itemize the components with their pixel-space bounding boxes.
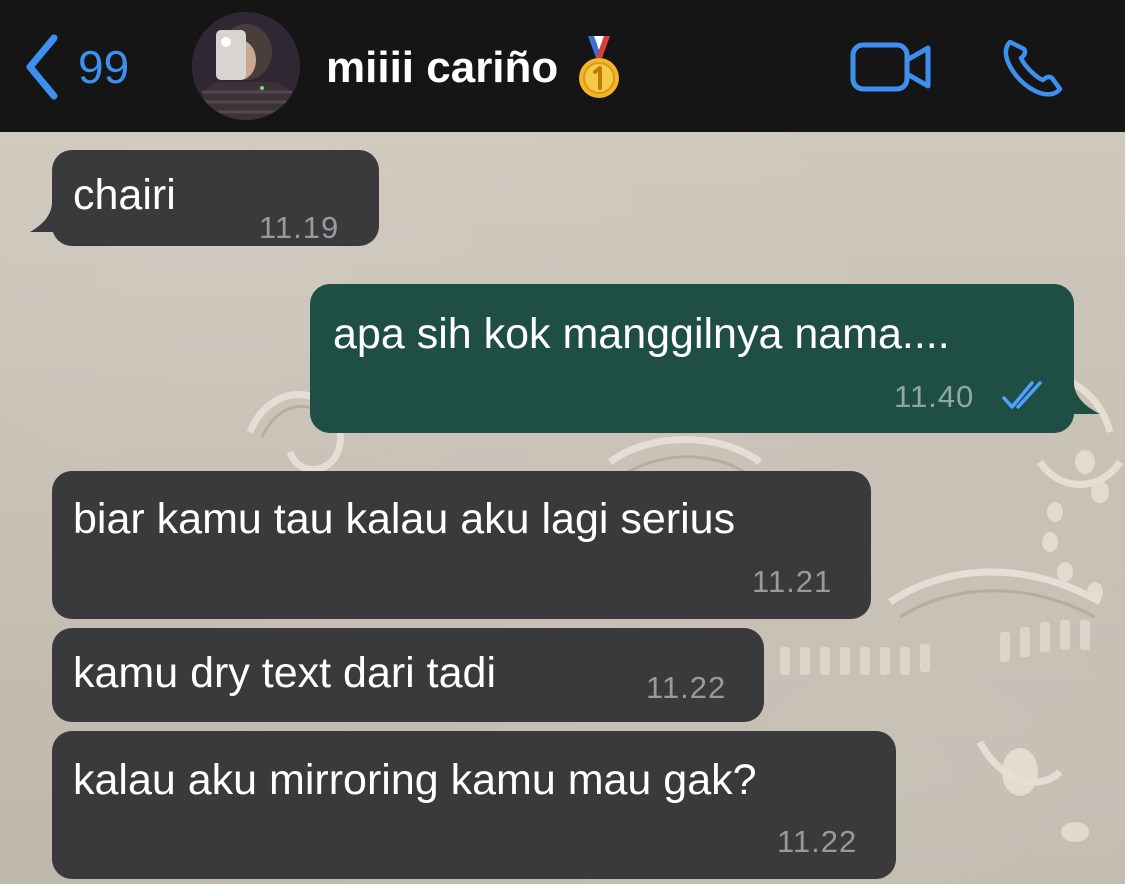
message-text: biar kamu tau kalau aku lagi serius: [73, 495, 736, 543]
video-call-icon[interactable]: [850, 38, 932, 96]
message-bubble-incoming[interactable]: kalau aku mirroring kamu mau gak? 11.22: [52, 731, 896, 879]
chat-header: 99 miiii cariño: [0, 0, 1125, 132]
message-bubble-outgoing[interactable]: apa sih kok manggilnya nama.... 11.40: [310, 284, 1074, 433]
chat-area[interactable]: chairi 11.19 apa sih kok manggilnya nama…: [0, 132, 1125, 884]
chevron-left-icon: [26, 34, 58, 100]
message-time: 11.22: [777, 824, 858, 859]
back-button[interactable]: 99: [22, 32, 129, 102]
bubble-tail: [1062, 382, 1100, 414]
avatar-photo: [192, 12, 300, 120]
avatar[interactable]: [192, 12, 300, 120]
message-bubble-incoming[interactable]: kamu dry text dari tadi 11.22: [52, 628, 764, 722]
message-text: kalau aku mirroring kamu mau gak?: [73, 756, 757, 804]
unread-count: 99: [78, 41, 130, 93]
message-time: 11.19: [259, 210, 340, 245]
message-time: 11.21: [752, 564, 833, 599]
bubble-tail: [30, 202, 64, 232]
message-bubble-incoming[interactable]: biar kamu tau kalau aku lagi serius 11.2…: [52, 471, 871, 619]
first-place-medal-icon: [579, 36, 619, 98]
message-time: 11.40: [894, 379, 975, 414]
message-text: kamu dry text dari tadi: [73, 649, 497, 697]
message-text: apa sih kok manggilnya nama....: [333, 310, 950, 358]
phone-call-icon[interactable]: [1000, 36, 1068, 98]
message-text: chairi: [73, 171, 176, 219]
read-double-check-icon: [1002, 381, 1042, 409]
contact-name[interactable]: miiii cariño: [326, 40, 558, 96]
message-time: 11.22: [646, 670, 727, 705]
message-bubble-incoming[interactable]: chairi 11.19: [52, 150, 379, 246]
